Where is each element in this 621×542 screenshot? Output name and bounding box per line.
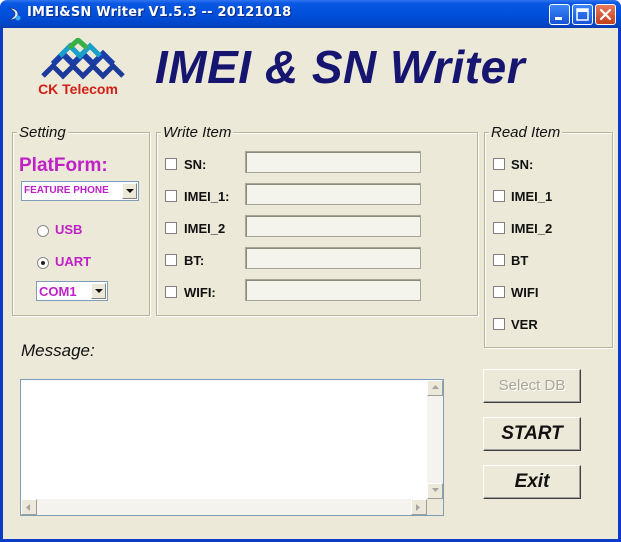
scroll-up-arrow-icon [432,385,439,389]
read-item-group-label: Read Item [489,124,563,141]
window-title: IMEI&SN Writer V1.5.3 -- 20121018 [27,5,292,20]
bt-input[interactable] [245,247,421,269]
maximize-button[interactable] [572,4,593,25]
maximize-icon [576,8,589,21]
wifi-input[interactable] [245,279,421,301]
setting-group-label: Setting [17,124,68,141]
write-item-group-label: Write Item [161,124,234,141]
read-item-group: Read Item SN: IMEI_1 IMEI_2 BT WIFI VER [484,124,613,348]
write-imei1-checkbox[interactable] [165,190,177,202]
select-db-button[interactable]: Select DB [483,369,581,403]
app-window: IMEI&SN Writer V1.5.3 -- 20121018 CK Tel… [0,0,621,542]
read-wifi-checkbox[interactable] [493,286,505,298]
read-imei2-checkbox[interactable] [493,222,505,234]
write-sn-checkbox[interactable] [165,158,177,170]
app-icon [8,7,21,21]
scrollbar-corner [427,499,443,515]
read-ver-label: VER [511,317,538,332]
scroll-right-button[interactable] [411,499,427,515]
com-port-select-value: COM1 [39,284,77,299]
write-wifi-checkbox[interactable] [165,286,177,298]
scroll-left-button[interactable] [21,499,37,515]
read-bt-checkbox[interactable] [493,254,505,266]
write-imei1-label: IMEI_1: [184,189,230,204]
write-imei2-label: IMEI_2 [184,221,226,236]
logo-text: CK Telecom [38,81,118,97]
com-port-select[interactable]: COM1 [36,281,108,301]
vertical-scrollbar[interactable] [427,380,443,499]
exit-button-label: Exit [514,471,550,492]
chevron-down-icon [126,189,134,193]
close-button[interactable] [595,4,616,25]
usb-radio[interactable] [37,225,49,237]
start-button-label: START [501,423,563,444]
chevron-down-icon [95,289,103,293]
platform-dropdown-button[interactable] [122,183,137,199]
imei1-input[interactable] [245,183,421,205]
close-icon [599,8,612,21]
platform-label: PlatForm: [19,155,108,176]
minimize-button[interactable] [549,4,570,25]
scroll-up-button[interactable] [427,380,443,396]
write-bt-label: BT: [184,253,205,268]
scroll-down-button[interactable] [427,483,443,499]
ck-telecom-logo: CK Telecom [29,38,127,98]
imei2-input[interactable] [245,215,421,237]
uart-radio-label[interactable]: UART [55,254,91,269]
write-item-group: Write Item SN: IMEI_1: IMEI_2 BT: WIFI: [156,124,478,316]
scroll-down-arrow-icon [432,488,439,492]
read-bt-label: BT [511,253,529,268]
write-bt-checkbox[interactable] [165,254,177,266]
title-bar[interactable]: IMEI&SN Writer V1.5.3 -- 20121018 [0,0,621,28]
read-imei2-label: IMEI_2 [511,221,553,236]
setting-group: Setting PlatForm: FEATURE PHONE USB UART… [12,124,150,316]
read-sn-label: SN: [511,157,534,172]
app-title: IMEI & SN Writer [155,41,526,93]
read-imei1-checkbox[interactable] [493,190,505,202]
scroll-right-arrow-icon [416,504,420,511]
sn-input[interactable] [245,151,421,173]
message-textarea[interactable] [20,379,444,516]
client-area: CK Telecom IMEI & SN Writer Setting Plat… [3,28,618,539]
message-label: Message: [21,341,95,360]
scroll-left-arrow-icon [26,504,30,511]
platform-select-value: FEATURE PHONE [24,185,109,196]
exit-button[interactable]: Exit [483,465,581,499]
start-button[interactable]: START [483,417,581,451]
usb-radio-label[interactable]: USB [55,222,82,237]
read-sn-checkbox[interactable] [493,158,505,170]
radio-selected-dot [41,261,45,265]
read-ver-checkbox[interactable] [493,318,505,330]
com-port-dropdown-button[interactable] [91,283,106,299]
select-db-button-label: Select DB [498,377,566,394]
read-imei1-label: IMEI_1 [511,189,553,204]
write-sn-label: SN: [184,157,207,172]
uart-radio[interactable] [37,257,49,269]
minimize-icon [555,17,562,20]
write-wifi-label: WIFI: [184,285,216,300]
logo-mark-icon [41,38,125,80]
read-wifi-label: WIFI [511,285,539,300]
write-imei2-checkbox[interactable] [165,222,177,234]
horizontal-scrollbar[interactable] [21,499,427,515]
platform-select[interactable]: FEATURE PHONE [21,181,139,201]
